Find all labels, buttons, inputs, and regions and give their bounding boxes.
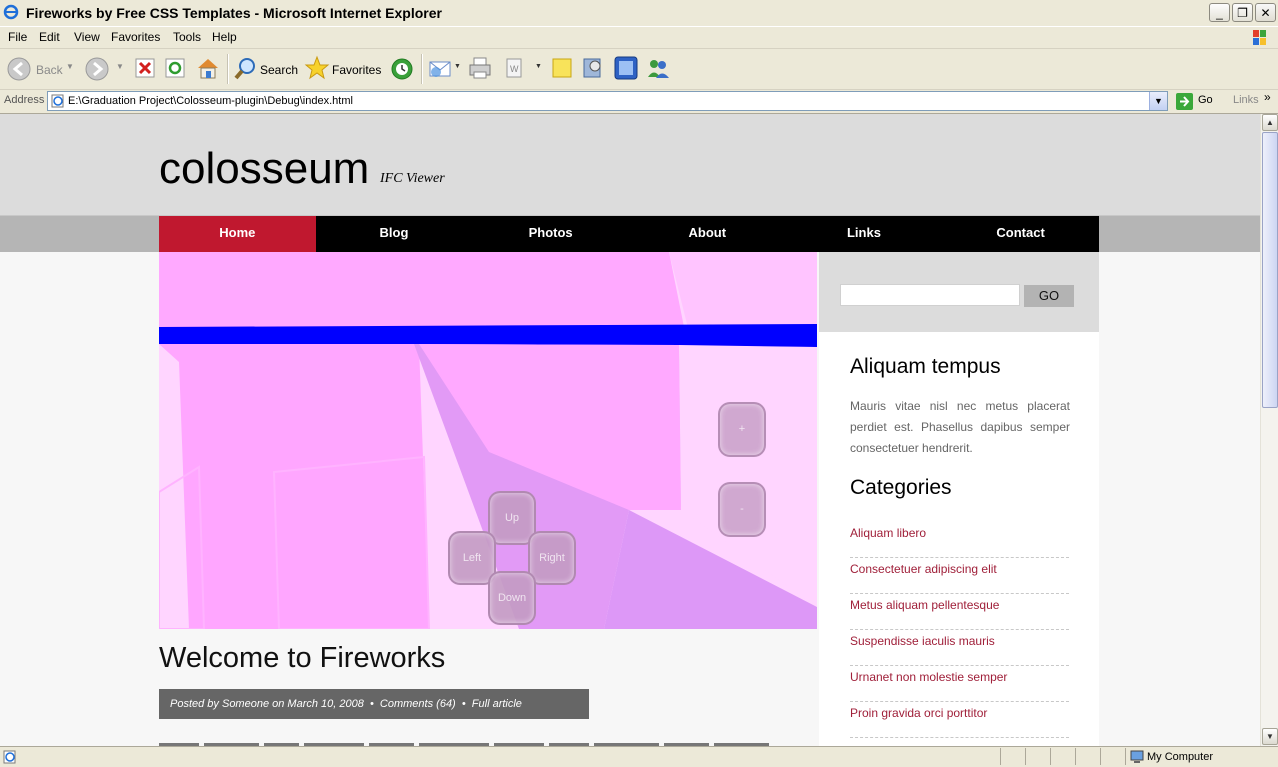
category-link[interactable]: Proin gravida orci porttitor — [850, 703, 1069, 738]
sidebar-text: Mauris vitae nisl nec metus placerat per… — [850, 399, 1070, 455]
nav-blog[interactable]: Blog — [316, 216, 473, 252]
minimize-button[interactable]: _ — [1209, 3, 1230, 22]
restore-button[interactable]: ❐ — [1232, 3, 1253, 22]
nav-photos[interactable]: Photos — [472, 216, 629, 252]
search-go-button[interactable]: GO — [1024, 285, 1074, 307]
status-divider — [1050, 748, 1051, 765]
page-viewport: colosseum IFC Viewer Home Blog Photos Ab… — [0, 114, 1260, 746]
history-icon[interactable] — [389, 56, 415, 82]
back-dropdown-icon[interactable]: ▼ — [66, 62, 74, 71]
links-label[interactable]: Links — [1233, 94, 1259, 106]
refresh-icon[interactable] — [164, 57, 186, 79]
links-chevron-icon[interactable]: » — [1264, 90, 1271, 104]
status-divider — [1000, 748, 1001, 765]
go-label[interactable]: Go — [1198, 94, 1213, 106]
status-divider — [1025, 748, 1026, 765]
category-link[interactable]: Suspendisse iaculis mauris — [850, 631, 1069, 666]
search-input[interactable] — [840, 284, 1020, 306]
people-icon[interactable] — [645, 55, 671, 81]
stop-icon[interactable] — [134, 57, 156, 79]
forward-dropdown-icon[interactable]: ▼ — [116, 62, 124, 71]
messenger-icon[interactable] — [613, 55, 639, 81]
edit-icon[interactable]: W — [503, 56, 525, 80]
menu-file[interactable]: File — [8, 30, 27, 44]
address-url: E:\Graduation Project\Colosseum-plugin\D… — [68, 95, 353, 107]
search-label[interactable]: Search — [260, 63, 298, 77]
sidebar-heading-aliquam: Aliquam tempus — [850, 355, 1001, 378]
pan-down-button[interactable]: Down — [488, 571, 536, 625]
scroll-up-icon[interactable]: ▲ — [1262, 114, 1278, 131]
menu-help[interactable]: Help — [212, 30, 237, 44]
post-meta-text[interactable]: Posted by Someone on March 10, 2008 • Co… — [159, 698, 522, 710]
research-icon[interactable] — [581, 55, 605, 81]
status-divider — [1125, 748, 1126, 765]
menu-view[interactable]: View — [74, 30, 100, 44]
nav-contact[interactable]: Contact — [942, 216, 1099, 252]
zoom-in-button[interactable]: + — [718, 402, 766, 457]
site-logo[interactable]: colosseum — [159, 144, 369, 194]
back-label: Back — [36, 63, 63, 77]
post-meta: Posted by Someone on March 10, 2008 • Co… — [159, 689, 589, 719]
menu-edit[interactable]: Edit — [39, 30, 60, 44]
windows-logo-icon — [1253, 30, 1266, 45]
mail-icon[interactable] — [428, 57, 454, 79]
svg-text:W: W — [510, 64, 519, 74]
nav-home[interactable]: Home — [159, 216, 316, 252]
category-link[interactable]: Aliquam libero — [850, 523, 1069, 558]
status-divider — [1075, 748, 1076, 765]
category-link[interactable]: Metus aliquam pellentesque — [850, 595, 1069, 630]
toolbar: Back ▼ ▼ Search Favorites ▼ W ▼ — [0, 49, 1278, 90]
category-link[interactable]: Consectetuer adipiscing elit — [850, 559, 1069, 594]
security-zone: My Computer — [1147, 751, 1214, 763]
post-title: Welcome to Fireworks — [159, 642, 446, 674]
home-icon[interactable] — [195, 55, 221, 81]
menu-bar: File Edit View Favorites Tools Help — [0, 27, 1278, 49]
status-divider — [1100, 748, 1101, 765]
toolbar-separator — [421, 54, 423, 84]
main-nav: Home Blog Photos About Links Contact — [159, 216, 1099, 252]
address-input[interactable]: E:\Graduation Project\Colosseum-plugin\D… — [47, 91, 1168, 111]
category-link[interactable]: Urnanet non molestie semper — [850, 667, 1069, 702]
address-bar: Address E:\Graduation Project\Colosseum-… — [0, 90, 1278, 114]
page-icon — [51, 94, 64, 108]
search-icon[interactable] — [233, 56, 257, 80]
back-arrow-icon — [7, 57, 31, 81]
ifc-viewer-canvas[interactable]: + - Up Left Right Down — [159, 252, 817, 629]
ie-icon — [3, 4, 19, 20]
computer-icon — [1130, 750, 1144, 763]
go-arrow-icon[interactable] — [1175, 92, 1194, 111]
nav-about[interactable]: About — [629, 216, 786, 252]
pan-right-button[interactable]: Right — [528, 531, 576, 585]
scroll-thumb[interactable] — [1262, 132, 1278, 408]
status-page-icon — [3, 750, 16, 764]
mail-dropdown-icon[interactable]: ▼ — [454, 63, 461, 70]
nav-links[interactable]: Links — [786, 216, 943, 252]
post-body-text-partial — [159, 743, 769, 746]
vertical-scrollbar[interactable]: ▲ ▼ — [1260, 114, 1278, 746]
window-title: Fireworks by Free CSS Templates - Micros… — [26, 5, 442, 21]
favorites-star-icon[interactable] — [304, 55, 330, 81]
site-tagline: IFC Viewer — [380, 171, 445, 186]
address-label: Address — [4, 94, 45, 106]
menu-tools[interactable]: Tools — [173, 30, 201, 44]
address-dropdown-icon[interactable]: ▼ — [1149, 92, 1167, 110]
scroll-down-icon[interactable]: ▼ — [1262, 728, 1278, 745]
favorites-label[interactable]: Favorites — [332, 63, 381, 77]
status-bar: My Computer — [0, 746, 1278, 767]
sidebar-heading-categories: Categories — [850, 476, 952, 499]
discuss-icon[interactable] — [550, 56, 574, 80]
menu-favorites[interactable]: Favorites — [111, 30, 160, 44]
close-button[interactable]: ✕ — [1255, 3, 1276, 22]
back-button[interactable]: Back — [4, 55, 70, 83]
edit-dropdown-icon[interactable]: ▼ — [535, 63, 542, 70]
zoom-out-button[interactable]: - — [718, 482, 766, 537]
print-icon[interactable] — [467, 55, 493, 81]
forward-arrow-icon[interactable] — [85, 57, 109, 81]
title-bar: Fireworks by Free CSS Templates - Micros… — [0, 0, 1278, 27]
toolbar-separator — [227, 54, 229, 84]
